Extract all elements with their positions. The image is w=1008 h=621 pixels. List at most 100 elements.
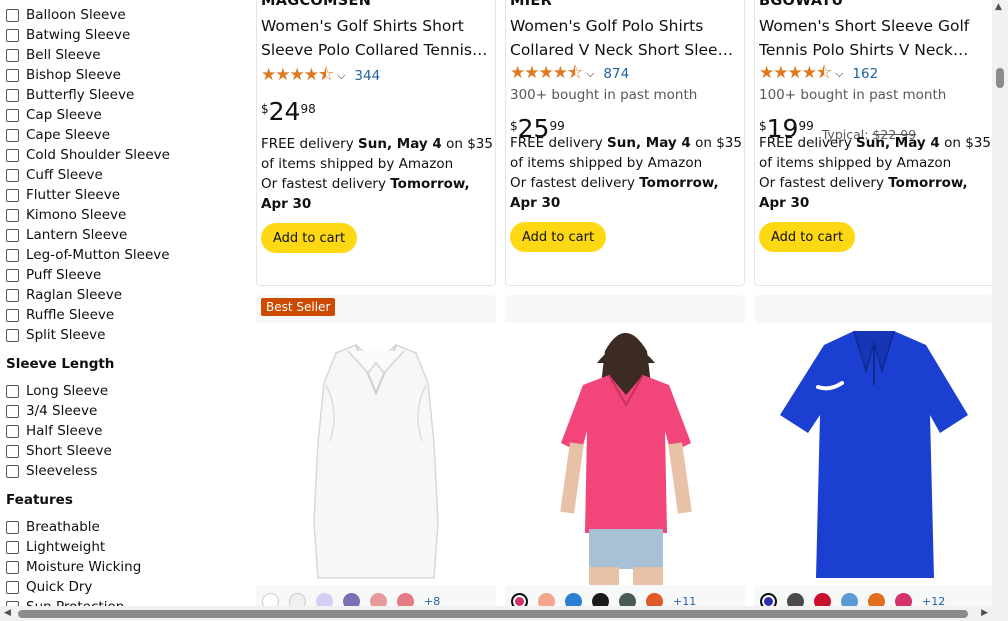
checkbox[interactable] bbox=[6, 88, 19, 102]
product-card[interactable]: +11 bbox=[505, 295, 745, 615]
filter-option-label[interactable]: Quick Dry bbox=[26, 579, 92, 595]
horizontal-scrollbar[interactable]: ◀ ▶ bbox=[0, 606, 1008, 621]
rating-widget[interactable]: ★★★★⯪ ⌵ 162 bbox=[759, 63, 878, 83]
product-card[interactable]: SponsoredMAGCOMSENWomen's Golf Shirts Sh… bbox=[256, 0, 496, 286]
product-card[interactable]: Best Seller +8 bbox=[256, 295, 496, 615]
add-to-cart-button[interactable]: Add to cart bbox=[759, 222, 856, 252]
checkbox[interactable] bbox=[6, 168, 19, 182]
filter-option[interactable]: Breathable bbox=[6, 517, 100, 537]
checkbox[interactable] bbox=[6, 540, 19, 554]
filter-option[interactable]: Split Sleeve bbox=[6, 325, 105, 345]
filter-option[interactable]: Quick Dry bbox=[6, 577, 92, 597]
scroll-left-arrow[interactable]: ◀ bbox=[4, 608, 11, 618]
filter-option[interactable]: 3/4 Sleeve bbox=[6, 401, 97, 421]
checkbox[interactable] bbox=[6, 580, 19, 594]
chevron-down-icon[interactable]: ⌵ bbox=[835, 67, 843, 81]
filter-option-label[interactable]: 3/4 Sleeve bbox=[26, 403, 97, 419]
filter-option-label[interactable]: Long Sleeve bbox=[26, 383, 108, 399]
filter-option-label[interactable]: Moisture Wicking bbox=[26, 559, 141, 575]
rating-widget[interactable]: ★★★★⯪ ⌵ 344 bbox=[261, 65, 380, 85]
filter-option-label[interactable]: Raglan Sleeve bbox=[26, 287, 122, 303]
product-card[interactable]: +12 bbox=[754, 295, 994, 615]
checkbox[interactable] bbox=[6, 404, 19, 418]
add-to-cart-button[interactable]: Add to cart bbox=[261, 223, 358, 253]
filter-option[interactable]: Cap Sleeve bbox=[6, 105, 102, 125]
checkbox[interactable] bbox=[6, 520, 19, 534]
filter-option[interactable]: Half Sleeve bbox=[6, 421, 102, 441]
product-title-link[interactable]: Women's Short Sleeve Golf Tennis Polo Sh… bbox=[759, 14, 991, 62]
product-image-wrap[interactable] bbox=[256, 323, 496, 585]
checkbox[interactable] bbox=[6, 48, 19, 62]
filter-option[interactable]: Moisture Wicking bbox=[6, 557, 141, 577]
chevron-down-icon[interactable]: ⌵ bbox=[337, 69, 345, 83]
filter-option[interactable]: Short Sleeve bbox=[6, 441, 112, 461]
filter-option-label[interactable]: Half Sleeve bbox=[26, 423, 102, 439]
review-count-link[interactable]: 344 bbox=[354, 68, 380, 84]
filter-option-label[interactable]: Split Sleeve bbox=[26, 327, 105, 343]
filter-option[interactable]: Cuff Sleeve bbox=[6, 165, 103, 185]
rating-widget[interactable]: ★★★★⯪ ⌵ 874 bbox=[510, 63, 629, 83]
filter-option[interactable]: Flutter Sleeve bbox=[6, 185, 120, 205]
chevron-down-icon[interactable]: ⌵ bbox=[586, 67, 594, 81]
filter-option[interactable]: Sun Protection bbox=[6, 597, 124, 606]
checkbox[interactable] bbox=[6, 424, 19, 438]
vertical-scrollbar[interactable]: ▲ bbox=[992, 0, 1008, 606]
filter-option-label[interactable]: Balloon Sleeve bbox=[26, 7, 126, 23]
checkbox[interactable] bbox=[6, 328, 19, 342]
checkbox[interactable] bbox=[6, 208, 19, 222]
scroll-right-arrow[interactable]: ▶ bbox=[981, 608, 988, 618]
filter-option[interactable]: Kimono Sleeve bbox=[6, 205, 126, 225]
filter-option-label[interactable]: Batwing Sleeve bbox=[26, 27, 130, 43]
filter-option[interactable]: Bishop Sleeve bbox=[6, 65, 121, 85]
filter-option-label[interactable]: Cap Sleeve bbox=[26, 107, 102, 123]
star-rating-icon[interactable]: ★★★★⯪ bbox=[261, 62, 334, 91]
checkbox[interactable] bbox=[6, 288, 19, 302]
checkbox[interactable] bbox=[6, 384, 19, 398]
product-title-link[interactable]: Women's Golf Polo Shirts Collared V Neck… bbox=[510, 14, 742, 62]
filter-option-label[interactable]: Sun Protection bbox=[26, 599, 124, 606]
filter-option-label[interactable]: Cape Sleeve bbox=[26, 127, 110, 143]
filter-option-label[interactable]: Bishop Sleeve bbox=[26, 67, 121, 83]
checkbox[interactable] bbox=[6, 464, 19, 478]
product-image-wrap[interactable] bbox=[505, 323, 745, 585]
filter-option[interactable]: Sleeveless bbox=[6, 461, 97, 481]
product-image[interactable] bbox=[256, 323, 496, 585]
checkbox[interactable] bbox=[6, 268, 19, 282]
checkbox[interactable] bbox=[6, 68, 19, 82]
checkbox[interactable] bbox=[6, 128, 19, 142]
filter-option-label[interactable]: Butterfly Sleeve bbox=[26, 87, 134, 103]
product-card[interactable]: BGOWATU Women's Short Sleeve Golf Tennis … bbox=[754, 0, 994, 286]
star-rating-icon[interactable]: ★★★★⯪ bbox=[510, 60, 583, 89]
checkbox[interactable] bbox=[6, 444, 19, 458]
filter-option[interactable]: Leg-of-Mutton Sleeve bbox=[6, 245, 170, 265]
filter-option[interactable]: Lantern Sleeve bbox=[6, 225, 127, 245]
checkbox[interactable] bbox=[6, 560, 19, 574]
review-count-link[interactable]: 874 bbox=[603, 66, 629, 82]
filter-option-label[interactable]: Cold Shoulder Sleeve bbox=[26, 147, 170, 163]
filter-option-label[interactable]: Flutter Sleeve bbox=[26, 187, 120, 203]
scroll-thumb-horizontal[interactable] bbox=[18, 610, 968, 618]
checkbox[interactable] bbox=[6, 228, 19, 242]
filter-option[interactable]: Bell Sleeve bbox=[6, 45, 101, 65]
filter-option[interactable]: Cold Shoulder Sleeve bbox=[6, 145, 170, 165]
filter-option[interactable]: Raglan Sleeve bbox=[6, 285, 122, 305]
product-price[interactable]: $ 24 98 bbox=[261, 98, 316, 126]
scroll-up-arrow[interactable]: ▲ bbox=[995, 2, 1002, 12]
filter-option[interactable]: Puff Sleeve bbox=[6, 265, 101, 285]
filter-option-label[interactable]: Puff Sleeve bbox=[26, 267, 101, 283]
filter-option[interactable]: Cape Sleeve bbox=[6, 125, 110, 145]
filter-option-label[interactable]: Bell Sleeve bbox=[26, 47, 101, 63]
filter-option[interactable]: Batwing Sleeve bbox=[6, 25, 130, 45]
filter-option-label[interactable]: Lightweight bbox=[26, 539, 105, 555]
star-rating-icon[interactable]: ★★★★⯪ bbox=[759, 60, 832, 89]
product-image[interactable] bbox=[754, 323, 994, 585]
filter-option-label[interactable]: Cuff Sleeve bbox=[26, 167, 103, 183]
product-title-link[interactable]: Women's Golf Shirts Short Sleeve Polo Co… bbox=[261, 14, 493, 62]
product-image[interactable] bbox=[505, 323, 745, 585]
filter-option[interactable]: Ruffle Sleeve bbox=[6, 305, 114, 325]
filter-option-label[interactable]: Sleeveless bbox=[26, 463, 97, 479]
filter-option[interactable]: Butterfly Sleeve bbox=[6, 85, 134, 105]
scroll-thumb[interactable] bbox=[996, 68, 1004, 88]
review-count-link[interactable]: 162 bbox=[852, 66, 878, 82]
checkbox[interactable] bbox=[6, 308, 19, 322]
